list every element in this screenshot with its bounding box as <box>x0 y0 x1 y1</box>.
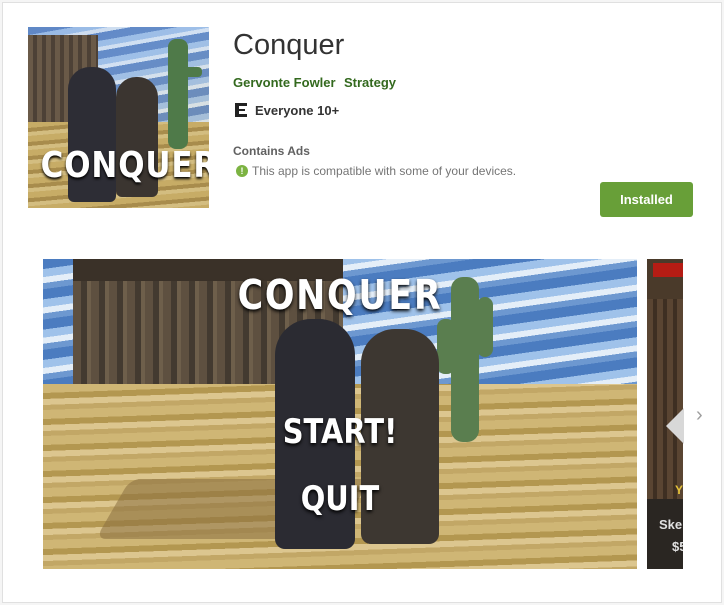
esrb-rating-icon <box>234 102 248 118</box>
icon-cactus-arm <box>182 67 202 77</box>
chevron-right-icon[interactable]: › <box>696 405 712 425</box>
app-icon: CONQUER <box>28 27 209 208</box>
game-menu-quit: QUIT <box>300 479 380 519</box>
chevron-left-icon[interactable] <box>666 408 684 444</box>
game-title: CONQUER <box>237 271 443 319</box>
compatibility-text: This app is compatible with some of your… <box>252 164 517 178</box>
game-menu-start: START! <box>282 412 398 452</box>
app-title: Conquer <box>233 29 345 61</box>
shot2-item-label: Ske <box>659 517 683 532</box>
shot2-yellow-text: Y <box>675 483 683 497</box>
shot2-lower-panel <box>647 499 683 569</box>
content-rating: Everyone 10+ <box>255 103 340 118</box>
screenshot-1[interactable]: CONQUER START! QUIT <box>43 259 637 569</box>
shot2-health-bar <box>653 263 683 277</box>
icon-cactus <box>168 39 188 149</box>
shot2-wall <box>647 299 683 499</box>
installed-button[interactable]: Installed <box>600 182 693 217</box>
app-icon-title: CONQUER <box>40 145 209 186</box>
shot2-item-price: $5 <box>672 539 683 554</box>
category-link[interactable]: Strategy <box>344 75 396 90</box>
developer-link[interactable]: Gervonte Fowler <box>233 75 336 90</box>
contains-ads-label: Contains Ads <box>233 144 310 158</box>
info-icon: ! <box>236 165 248 177</box>
